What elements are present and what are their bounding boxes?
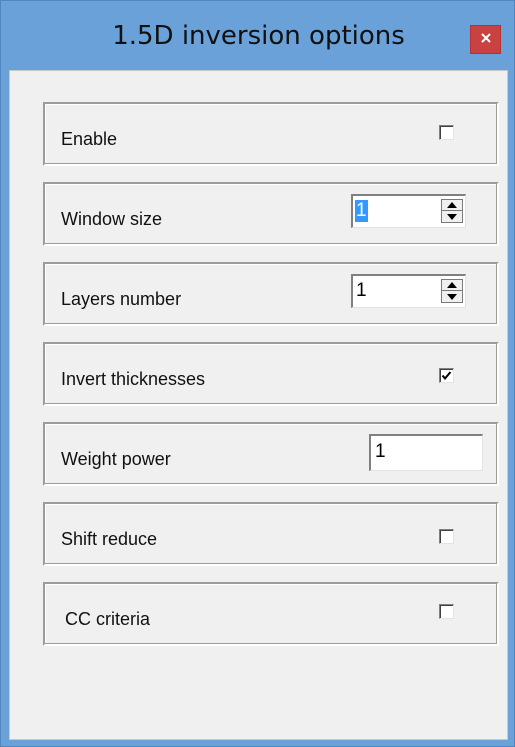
enable-label: Enable: [61, 129, 118, 149]
dialog-window: 1.5D inversion options Enable Window siz…: [0, 0, 515, 747]
window-size-value[interactable]: 1: [355, 200, 368, 222]
close-icon: [480, 31, 492, 49]
weight-power-label: Weight power: [61, 449, 171, 469]
triangle-down-icon: [447, 293, 457, 300]
weight-power-input[interactable]: 1: [369, 434, 483, 471]
shift-reduce-group: Shift reduce: [43, 502, 499, 566]
layers-number-group: Layers number 1: [43, 262, 499, 326]
triangle-down-icon: [447, 213, 457, 220]
shift-reduce-label: Shift reduce: [61, 529, 158, 549]
enable-group: Enable: [43, 102, 499, 166]
window-size-spinbox[interactable]: 1: [351, 194, 466, 228]
window-size-increment-button[interactable]: [441, 199, 463, 211]
cc-criteria-checkbox[interactable]: [439, 604, 454, 619]
shift-reduce-checkbox[interactable]: [439, 529, 454, 544]
window-title: 1.5D inversion options: [112, 21, 405, 51]
enable-checkbox[interactable]: [439, 125, 454, 140]
close-button[interactable]: [470, 25, 501, 54]
weight-power-group: Weight power 1: [43, 422, 499, 486]
cc-criteria-label: CC criteria: [65, 609, 151, 629]
layers-number-spin-arrows: [441, 279, 463, 304]
invert-thicknesses-group: Invert thicknesses: [43, 342, 499, 406]
cc-criteria-group: CC criteria: [43, 582, 499, 646]
window-size-decrement-button[interactable]: [441, 211, 463, 223]
triangle-up-icon: [447, 282, 457, 288]
layers-number-increment-button[interactable]: [441, 279, 463, 291]
window-size-group: Window size 1: [43, 182, 499, 246]
window-size-spin-arrows: [441, 199, 463, 224]
layers-number-decrement-button[interactable]: [441, 291, 463, 303]
invert-thicknesses-label: Invert thicknesses: [61, 369, 206, 389]
title-bar[interactable]: 1.5D inversion options: [1, 1, 515, 71]
options-panel: Enable Window size 1 Layers number 1 Inv…: [9, 70, 508, 740]
layers-number-spinbox[interactable]: 1: [351, 274, 466, 308]
layers-number-label: Layers number: [61, 289, 182, 309]
checkmark-icon: [441, 371, 452, 381]
layers-number-value[interactable]: 1: [355, 280, 368, 302]
window-size-label: Window size: [61, 209, 163, 229]
invert-thicknesses-checkbox[interactable]: [439, 368, 454, 383]
weight-power-value[interactable]: 1: [375, 441, 386, 463]
triangle-up-icon: [447, 202, 457, 208]
